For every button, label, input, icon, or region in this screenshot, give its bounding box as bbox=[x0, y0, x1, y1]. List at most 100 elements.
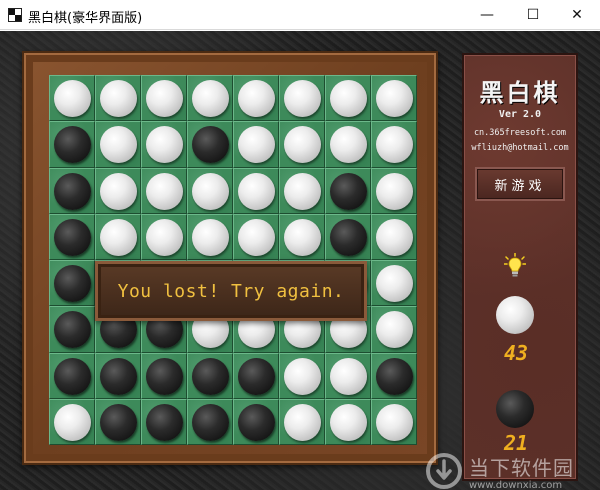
board-cell[interactable] bbox=[187, 121, 233, 168]
black-disc bbox=[376, 357, 413, 395]
board-cell[interactable] bbox=[49, 75, 95, 122]
board-cell[interactable] bbox=[325, 167, 371, 214]
white-score: 43 bbox=[503, 341, 529, 365]
white-disc bbox=[330, 403, 367, 441]
board-cell[interactable] bbox=[141, 352, 187, 399]
board-cell[interactable] bbox=[49, 352, 95, 399]
game-board[interactable] bbox=[49, 75, 417, 445]
white-disc bbox=[54, 80, 91, 117]
board-cell[interactable] bbox=[233, 167, 279, 214]
board-cell[interactable] bbox=[233, 213, 279, 260]
maximize-button[interactable]: ☐ bbox=[510, 0, 556, 30]
watermark-url: www.downxia.com bbox=[469, 480, 563, 490]
board-cell[interactable] bbox=[325, 75, 371, 122]
white-disc bbox=[238, 126, 275, 164]
game-area: You lost! Try again. 黑白棋 Ver 2.0 cn.365f… bbox=[0, 31, 600, 490]
black-disc bbox=[146, 357, 183, 395]
board-cell[interactable] bbox=[233, 352, 279, 399]
board-cell[interactable] bbox=[279, 352, 325, 399]
board-cell[interactable] bbox=[325, 213, 371, 260]
white-disc bbox=[376, 403, 413, 441]
white-disc bbox=[238, 218, 275, 256]
window-title: 黑白棋(豪华界面版) bbox=[28, 11, 143, 26]
board-cell[interactable] bbox=[325, 352, 371, 399]
board-cell[interactable] bbox=[371, 260, 417, 307]
black-disc bbox=[54, 126, 91, 164]
lightbulb-icon[interactable] bbox=[504, 253, 526, 279]
board-cell[interactable] bbox=[371, 213, 417, 260]
white-disc bbox=[238, 172, 275, 210]
white-disc bbox=[330, 80, 367, 117]
close-button[interactable]: ✕ bbox=[554, 0, 600, 30]
board-cell[interactable] bbox=[233, 75, 279, 122]
board-cell[interactable] bbox=[233, 121, 279, 168]
game-title: 黑白棋 bbox=[479, 78, 561, 107]
board-cell[interactable] bbox=[279, 167, 325, 214]
white-disc bbox=[376, 311, 413, 349]
black-disc bbox=[192, 126, 229, 164]
white-disc bbox=[146, 126, 183, 164]
white-disc bbox=[192, 80, 229, 117]
white-disc bbox=[376, 80, 413, 117]
black-disc bbox=[54, 311, 91, 349]
board-cell[interactable] bbox=[95, 213, 141, 260]
board-cell[interactable] bbox=[141, 167, 187, 214]
board-cell[interactable] bbox=[49, 167, 95, 214]
board-cell[interactable] bbox=[371, 352, 417, 399]
black-disc bbox=[54, 265, 91, 302]
board-cell[interactable] bbox=[95, 167, 141, 214]
board-cell[interactable] bbox=[49, 260, 95, 307]
board-cell[interactable] bbox=[187, 213, 233, 260]
board-cell[interactable] bbox=[141, 121, 187, 168]
board-cell[interactable] bbox=[371, 167, 417, 214]
website-label: cn.365freesoft.com bbox=[473, 128, 567, 138]
board-cell[interactable] bbox=[95, 398, 141, 445]
white-disc bbox=[330, 126, 367, 164]
board-cell[interactable] bbox=[187, 75, 233, 122]
board-cell[interactable] bbox=[187, 352, 233, 399]
email-label: wfliuzh@hotmail.com bbox=[471, 143, 569, 153]
board-cell[interactable] bbox=[371, 121, 417, 168]
board-cell[interactable] bbox=[95, 352, 141, 399]
board-cell[interactable] bbox=[371, 398, 417, 445]
black-disc bbox=[54, 218, 91, 256]
board-cell[interactable] bbox=[325, 121, 371, 168]
board-cell[interactable] bbox=[141, 75, 187, 122]
white-disc bbox=[100, 80, 137, 117]
board-cell[interactable] bbox=[279, 398, 325, 445]
side-panel: 黑白棋 Ver 2.0 cn.365freesoft.com wfliuzh@h… bbox=[462, 53, 578, 481]
black-disc bbox=[100, 357, 137, 395]
new-game-button[interactable]: 新游戏 bbox=[475, 167, 565, 201]
black-disc bbox=[100, 403, 137, 441]
board-cell[interactable] bbox=[371, 75, 417, 122]
board-cell[interactable] bbox=[141, 213, 187, 260]
white-disc bbox=[146, 172, 183, 210]
white-disc bbox=[54, 403, 91, 441]
board-cell[interactable] bbox=[279, 121, 325, 168]
black-disc bbox=[54, 172, 91, 210]
board-cell[interactable] bbox=[233, 398, 279, 445]
board-cell[interactable] bbox=[49, 121, 95, 168]
board-cell[interactable] bbox=[325, 398, 371, 445]
white-disc bbox=[100, 126, 137, 164]
minimize-button[interactable]: — bbox=[464, 0, 510, 30]
board-cell[interactable] bbox=[49, 213, 95, 260]
board-cell[interactable] bbox=[141, 398, 187, 445]
white-disc bbox=[376, 126, 413, 164]
white-disc bbox=[284, 357, 321, 395]
white-disc bbox=[376, 218, 413, 256]
board-cell[interactable] bbox=[371, 306, 417, 353]
board-cell[interactable] bbox=[187, 167, 233, 214]
board-cell[interactable] bbox=[95, 121, 141, 168]
board-cell[interactable] bbox=[187, 398, 233, 445]
white-disc bbox=[376, 265, 413, 302]
board-cell[interactable] bbox=[49, 306, 95, 353]
board-cell[interactable] bbox=[279, 75, 325, 122]
board-cell[interactable] bbox=[95, 75, 141, 122]
white-disc bbox=[284, 403, 321, 441]
board-cell[interactable] bbox=[279, 213, 325, 260]
board-cell[interactable] bbox=[49, 398, 95, 445]
board-frame bbox=[22, 51, 438, 465]
white-disc bbox=[330, 357, 367, 395]
black-disc bbox=[146, 403, 183, 441]
